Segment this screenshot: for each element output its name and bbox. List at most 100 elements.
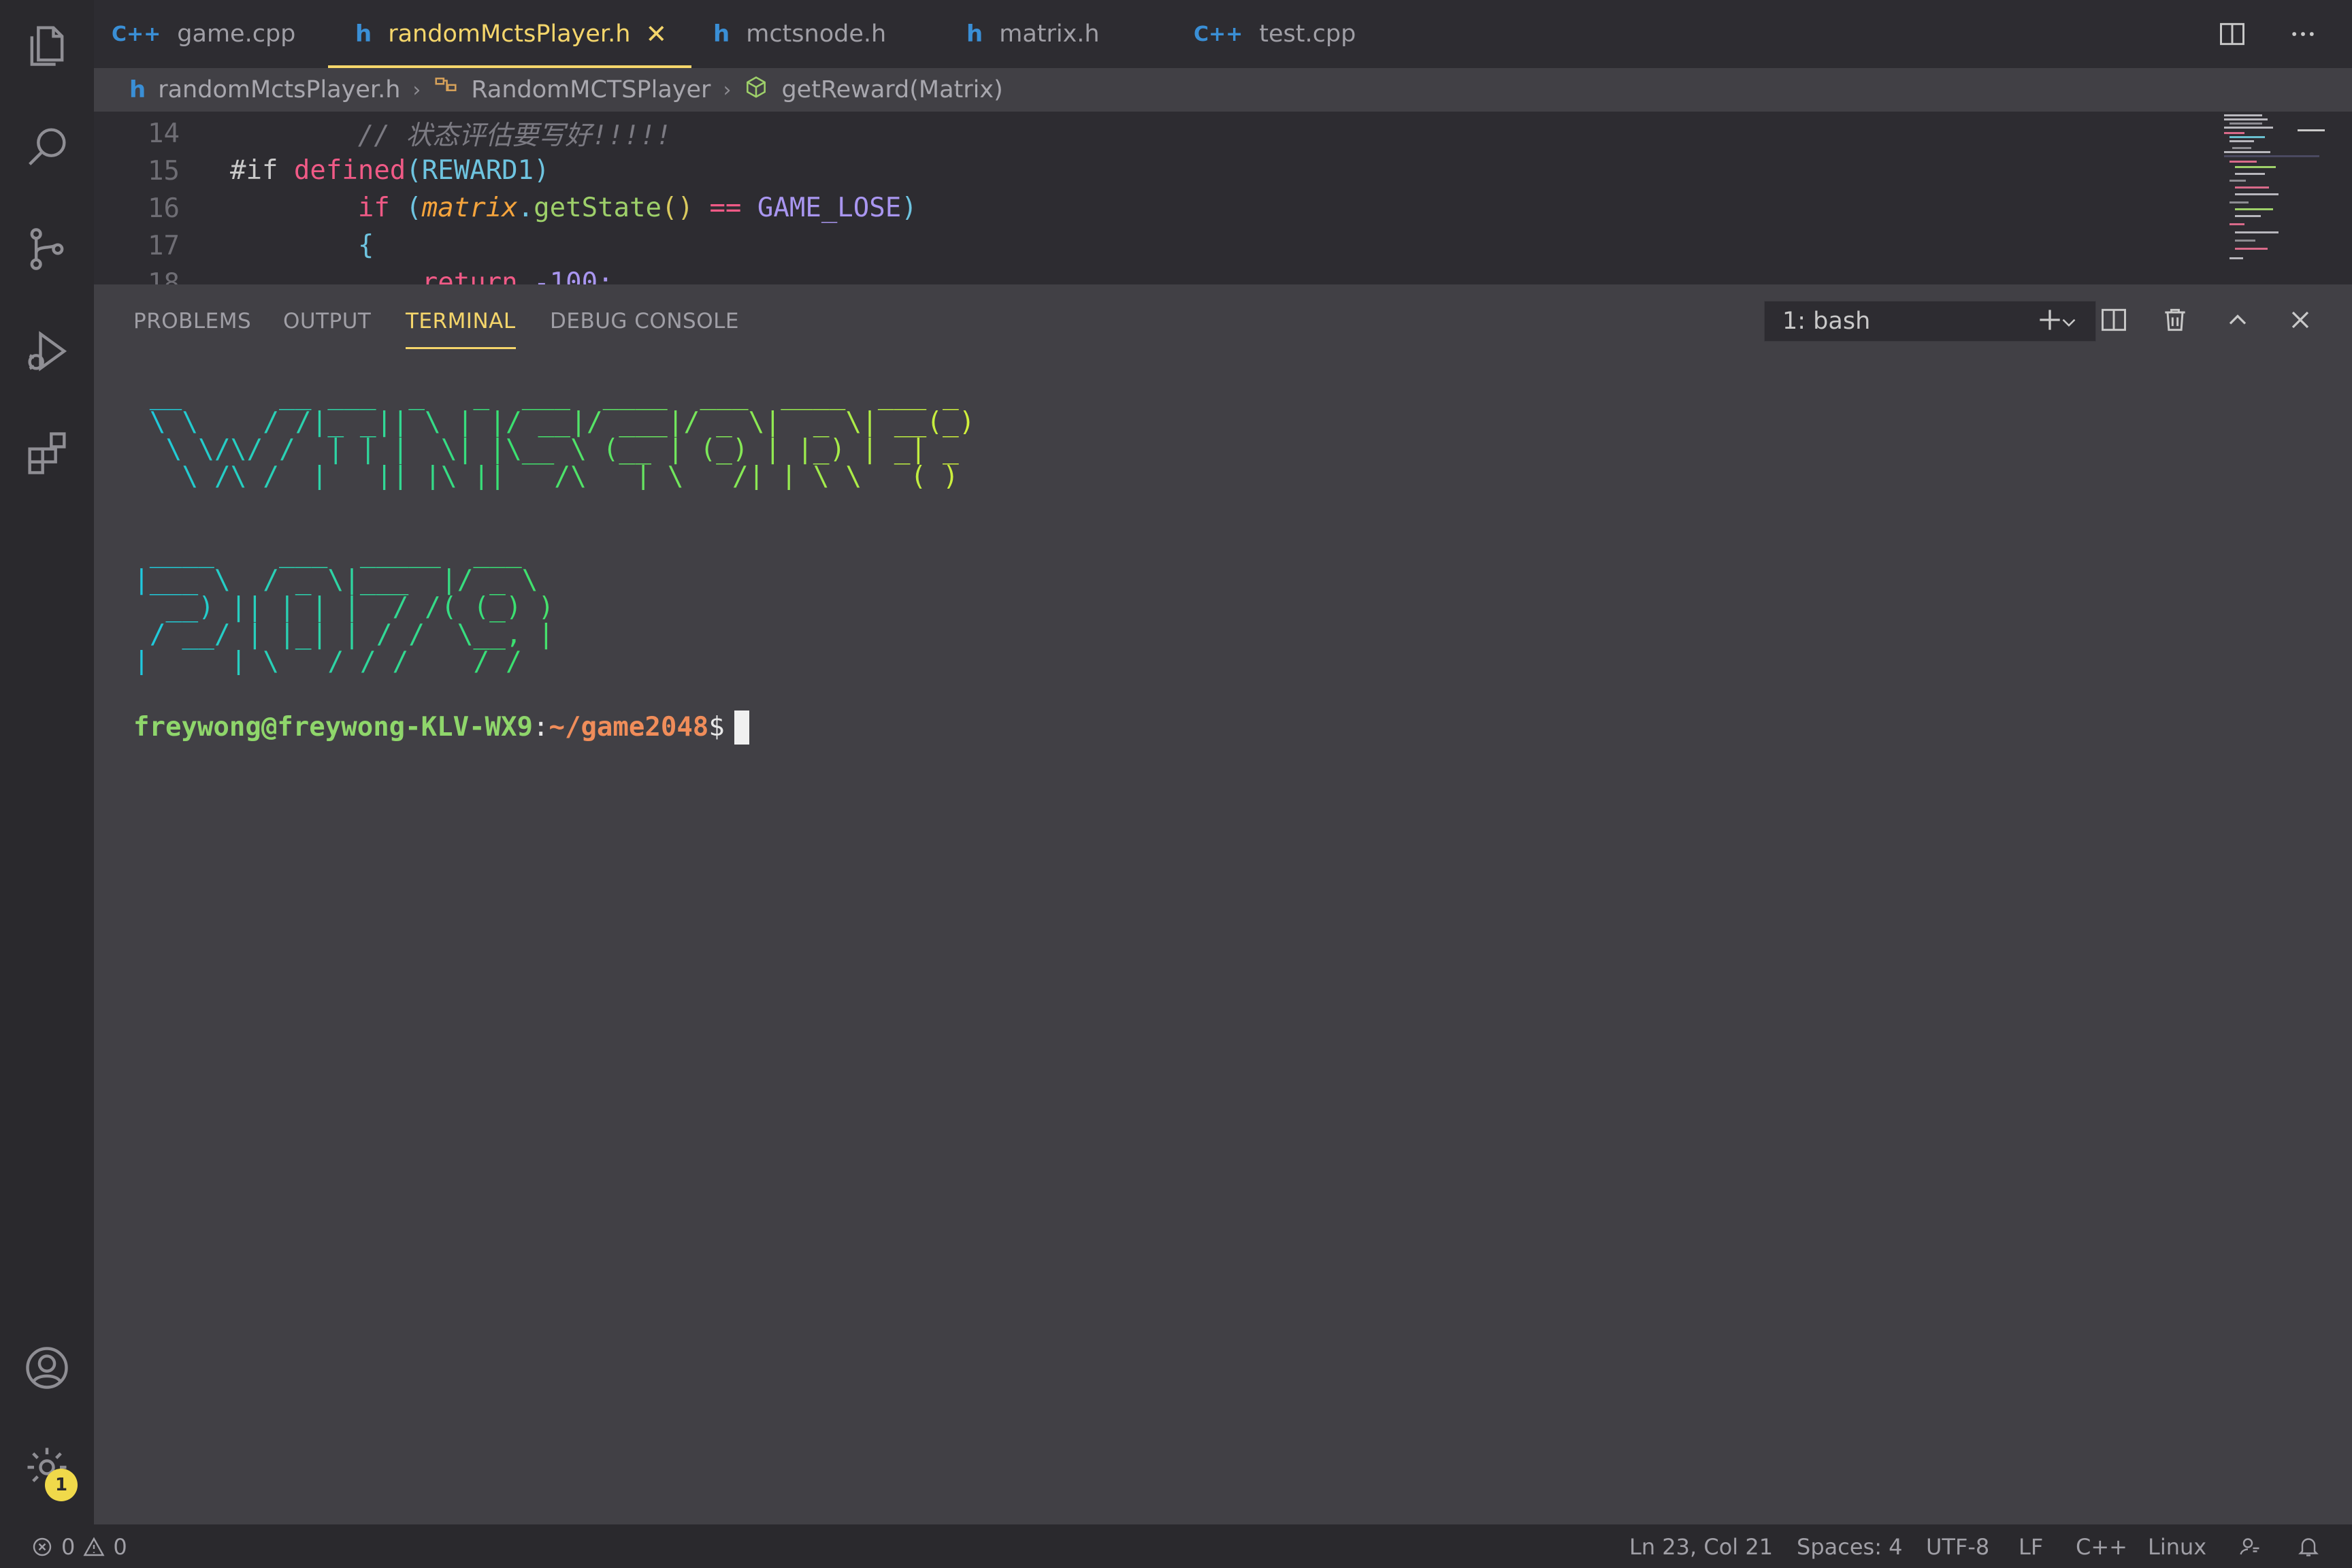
code-token: { [357, 230, 374, 261]
code-token: #if [230, 155, 294, 186]
breadcrumb-method[interactable]: getReward(Matrix) [781, 76, 1002, 103]
tab-problems[interactable]: PROBLEMS [133, 309, 251, 333]
tab-randommctsplayer-h[interactable]: h randomMctsPlayer.h ✕ [327, 0, 692, 68]
editor-tab-bar: C++ game.cpp h randomMctsPlayer.h ✕ h mc… [94, 0, 2352, 68]
indentation[interactable]: Spaces: 4 [1797, 1534, 1903, 1560]
minimap[interactable] [2189, 112, 2325, 284]
split-terminal-icon[interactable] [2092, 298, 2136, 342]
code-token: GAME_LOSE [741, 193, 902, 223]
prompt-path: ~/game2048 [549, 712, 709, 742]
chevron-right-icon: › [412, 78, 421, 102]
code-token: ) [901, 193, 917, 223]
tab-output[interactable]: OUTPUT [283, 309, 371, 333]
header-file-icon: h [713, 20, 730, 48]
feedback-icon[interactable] [2238, 1534, 2262, 1558]
close-icon[interactable] [2278, 298, 2322, 342]
account-icon[interactable] [17, 1338, 77, 1398]
tab-label: test.cpp [1259, 20, 1356, 48]
code-token: () [662, 193, 710, 223]
prompt-user: freywong@freywong-KLV-WX9 [133, 712, 533, 742]
manage-badge: 1 [45, 1469, 78, 1501]
code-token: defined [293, 155, 406, 186]
tab-matrix-h[interactable]: h matrix.h [966, 0, 1100, 68]
error-count: 0 [61, 1534, 76, 1560]
bell-icon[interactable] [2296, 1534, 2321, 1558]
terminal-prompt: freywong@freywong-KLV-WX9: ~/game2048 $ [133, 710, 975, 745]
warning-icon [83, 1537, 105, 1556]
tab-game-cpp[interactable]: C++ game.cpp [112, 0, 295, 68]
code-token: == [709, 193, 742, 223]
cpp-file-icon: C++ [112, 22, 161, 46]
code-line: // 状态评估要写好!!!!! [230, 114, 672, 152]
header-file-icon: h [129, 76, 146, 103]
line-number: 16 [148, 193, 180, 224]
header-file-icon: h [355, 20, 372, 48]
code-token: ( [389, 193, 422, 223]
code-token: // 状态评估要写好!!!!! [357, 120, 672, 151]
activity-bar: 1 [0, 0, 94, 1524]
extensions-icon[interactable] [17, 423, 77, 483]
tab-mctsnode-h[interactable]: h mctsnode.h [713, 0, 886, 68]
code-line: { [230, 227, 374, 264]
cpp-file-icon: C++ [1194, 22, 1243, 46]
code-token: matrix [421, 193, 518, 223]
cursor-position[interactable]: Ln 23, Col 21 [1629, 1534, 1773, 1560]
files-icon[interactable] [17, 15, 77, 75]
status-bar: 0 0 Ln 23, Col 21 Spaces: 4 UTF-8 LF C++… [0, 1524, 2352, 1568]
trash-icon[interactable] [2153, 298, 2197, 342]
line-number: 18 [148, 268, 180, 284]
end-of-line[interactable]: LF [2019, 1534, 2043, 1560]
panel-header: PROBLEMS OUTPUT TERMINAL DEBUG CONSOLE 1… [94, 284, 2352, 355]
terminal-cursor [734, 710, 749, 745]
vscode-window: 1 C++ game.cpp h randomMctsPlayer.h ✕ h … [0, 0, 2352, 1568]
plus-icon[interactable] [2028, 298, 2072, 342]
code-token: -100; [517, 267, 614, 284]
tab-debug-console[interactable]: DEBUG CONSOLE [550, 309, 739, 333]
source-control-icon[interactable] [17, 219, 77, 279]
tab-test-cpp[interactable]: C++ test.cpp [1194, 0, 1356, 68]
code-line: #if defined(REWARD1) [230, 152, 550, 189]
prompt-separator: : [533, 712, 549, 742]
breadcrumb: h randomMctsPlayer.h › RandomMCTSPlayer … [129, 68, 1003, 112]
split-editor-icon[interactable] [2210, 12, 2254, 56]
ascii-art-winscore: __ __ ___ _ _ ___ ____ ___ ____ ___ _ \ … [133, 381, 975, 490]
terminal[interactable]: __ __ ___ _ _ ___ ____ ___ ____ ___ _ \ … [133, 381, 975, 745]
code-line: return -100; [230, 264, 614, 284]
platform[interactable]: Linux [2148, 1534, 2206, 1560]
run-debug-icon[interactable] [17, 321, 77, 381]
line-number: 17 [148, 231, 180, 261]
tab-label: mctsnode.h [746, 20, 887, 48]
code-line: if (matrix. getState() == GAME_LOSE) [230, 189, 917, 227]
chevron-up-icon[interactable] [2216, 298, 2259, 342]
code-editor[interactable]: 14 // 状态评估要写好!!!!! 15 #if defined(REWARD1)… [94, 112, 2352, 284]
line-number: 15 [148, 156, 180, 186]
chevron-right-icon: › [723, 78, 732, 102]
code-token: getState [534, 193, 662, 223]
search-icon[interactable] [17, 117, 77, 177]
ascii-art-date: ____ ___ _____ ___ |___ \ / _ \|___ |/ _… [133, 539, 975, 675]
code-token: . [517, 193, 534, 223]
prompt-dollar: $ [708, 712, 725, 742]
problems-status[interactable]: 0 0 [30, 1534, 127, 1560]
header-file-icon: h [966, 20, 983, 48]
breadcrumb-file[interactable]: randomMctsPlayer.h [158, 76, 400, 103]
encoding[interactable]: UTF-8 [1926, 1534, 1989, 1560]
tab-label: matrix.h [999, 20, 1100, 48]
tab-terminal[interactable]: TERMINAL [406, 309, 516, 349]
code-token: ) [534, 155, 550, 186]
class-icon [433, 74, 459, 106]
ellipsis-icon[interactable] [2281, 12, 2325, 56]
editor-actions [2210, 12, 2325, 56]
warning-count: 0 [113, 1534, 127, 1560]
tab-label: game.cpp [177, 20, 296, 48]
code-token: if [357, 193, 390, 223]
error-icon [33, 1537, 52, 1556]
close-icon[interactable]: ✕ [645, 19, 667, 49]
code-token: return [421, 267, 518, 284]
language-mode[interactable]: C++ [2076, 1534, 2127, 1560]
breadcrumb-class[interactable]: RandomMCTSPlayer [471, 76, 710, 103]
